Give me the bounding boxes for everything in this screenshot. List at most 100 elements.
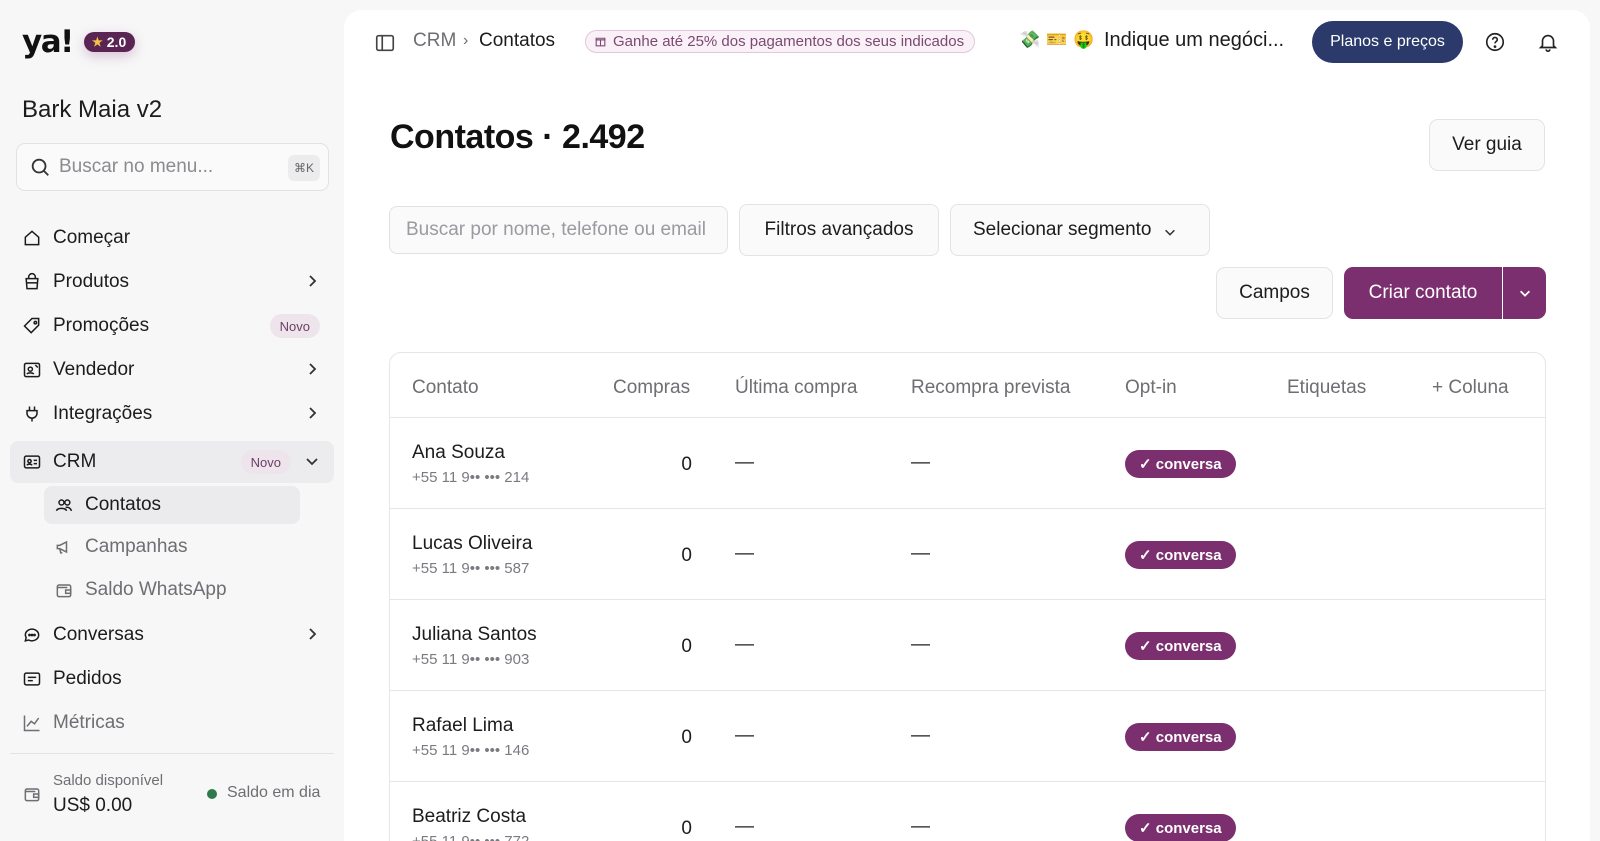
column-header-opt-in[interactable]: Opt-in: [1125, 377, 1177, 399]
chevron-right-icon: [309, 363, 317, 375]
chevron-right-icon: [309, 628, 317, 640]
logo[interactable]: ya!: [22, 24, 74, 60]
table-row[interactable]: Beatriz Costa +55 11 9•• ••• 772 0 — — ✓…: [390, 782, 1545, 841]
workspace-name[interactable]: Bark Maia v2: [22, 96, 162, 124]
sidebar-subitem-saldo-whatsapp[interactable]: Saldo WhatsApp: [44, 571, 300, 609]
sidebar-subitem-campanhas[interactable]: Campanhas: [44, 528, 300, 566]
contact-phone: +55 11 9•• ••• 772: [412, 833, 529, 841]
sidebar-subitem-label: Saldo WhatsApp: [85, 579, 227, 600]
contact-card-icon: [22, 452, 42, 472]
chevron-right-icon: [309, 407, 317, 419]
table-row[interactable]: Juliana Santos +55 11 9•• ••• 903 0 — — …: [390, 600, 1545, 691]
segment-select-label: Selecionar segmento: [973, 219, 1152, 240]
money-emojis: 💸🎫🤑: [1019, 30, 1101, 49]
table-row[interactable]: Ana Souza +55 11 9•• ••• 214 0 — — ✓ con…: [390, 418, 1545, 509]
sidebar-item-label: Conversas: [53, 624, 144, 645]
table-row[interactable]: Lucas Oliveira +55 11 9•• ••• 587 0 — — …: [390, 509, 1545, 600]
advanced-filters-button[interactable]: Filtros avançados: [739, 204, 939, 256]
predicted-repurchase: —: [911, 543, 930, 564]
sidebar-subitem-label: Contatos: [85, 494, 162, 515]
chevron-right-icon: [309, 275, 317, 287]
create-contact-button[interactable]: Criar contato: [1344, 267, 1502, 319]
optin-badge: ✓ conversa: [1125, 632, 1236, 660]
chat-icon: [22, 625, 42, 645]
balance-value: US$ 0.00: [53, 795, 133, 816]
optin-badge: ✓ conversa: [1125, 723, 1236, 751]
last-purchase: —: [735, 725, 754, 746]
purchases-count: 0: [681, 818, 692, 839]
menu-search[interactable]: ⌘K: [16, 143, 329, 191]
last-purchase: —: [735, 816, 754, 837]
column-header-etiquetas[interactable]: Etiquetas: [1287, 377, 1366, 399]
predicted-repurchase: —: [911, 452, 930, 473]
sidebar-item-produtos[interactable]: Produtos: [10, 261, 334, 303]
orders-icon: [22, 669, 42, 689]
sidebar-subitem-contatos[interactable]: Contatos: [44, 486, 300, 524]
contact-name[interactable]: Beatriz Costa: [412, 806, 526, 828]
segment-select[interactable]: Selecionar segmento: [950, 204, 1210, 256]
table-row[interactable]: Rafael Lima +55 11 9•• ••• 146 0 — — ✓ c…: [390, 691, 1545, 782]
sidebar-item-label: Vendedor: [53, 359, 135, 380]
contact-phone: +55 11 9•• ••• 146: [412, 742, 530, 759]
sidebar-item-conversas[interactable]: Conversas: [10, 614, 334, 656]
optin-badge: ✓ conversa: [1125, 814, 1236, 841]
contact-name[interactable]: Lucas Oliveira: [412, 533, 532, 555]
sidebar-item-label: CRM: [53, 451, 97, 472]
add-column-button[interactable]: + Coluna: [1432, 377, 1509, 399]
contact-search-input[interactable]: [389, 206, 728, 254]
contact-name[interactable]: Ana Souza: [412, 442, 505, 464]
help-icon[interactable]: [1484, 31, 1506, 53]
new-badge: Novo: [240, 450, 291, 474]
sidebar-item-label: Promoções: [53, 315, 150, 336]
sidebar: ya! ★ 2.0 Bark Maia v2 ⌘K Começar Produt…: [0, 0, 344, 841]
contact-name[interactable]: Rafael Lima: [412, 715, 513, 737]
sidebar-item-label: Começar: [53, 227, 131, 248]
sidebar-item-comecar[interactable]: Começar: [10, 217, 334, 259]
sidebar-item-pedidos[interactable]: Pedidos: [10, 658, 334, 700]
contact-name[interactable]: Juliana Santos: [412, 624, 537, 646]
sidebar-item-promocoes[interactable]: Promoções Novo: [10, 305, 334, 347]
view-guide-button[interactable]: Ver guia: [1429, 119, 1545, 171]
refer-business-link[interactable]: Indique um negóci...: [1104, 29, 1284, 52]
breadcrumb-current: Contatos: [479, 30, 556, 51]
column-header-compras[interactable]: Compras: [613, 377, 690, 399]
sidebar-item-label: Pedidos: [53, 668, 122, 689]
contact-phone: +55 11 9•• ••• 903: [412, 651, 530, 668]
sidebar-item-integracoes[interactable]: Integrações: [10, 393, 334, 435]
fields-button[interactable]: Campos: [1216, 267, 1333, 319]
referral-promo-text: Ganhe até 25% dos pagamentos dos seus in…: [613, 33, 965, 50]
last-purchase: —: [735, 543, 754, 564]
sidebar-item-label: Métricas: [53, 712, 125, 733]
contact-phone: +55 11 9•• ••• 214: [412, 469, 530, 486]
create-contact-menu-button[interactable]: [1503, 267, 1546, 319]
box-icon: [22, 272, 42, 292]
menu-search-input[interactable]: [59, 156, 279, 178]
column-header-ultima-compra[interactable]: Última compra: [735, 377, 857, 399]
wallet-icon: [24, 788, 40, 802]
sidebar-item-vendedor[interactable]: Vendedor: [10, 349, 334, 391]
sidebar-item-crm[interactable]: CRM Novo: [10, 441, 334, 483]
search-icon: [31, 158, 49, 176]
chevron-down-icon: [1519, 290, 1530, 297]
balance-label: Saldo disponível: [53, 772, 164, 789]
users-icon: [54, 495, 74, 515]
sidebar-toggle-icon[interactable]: [374, 32, 396, 54]
bell-icon[interactable]: [1537, 31, 1559, 53]
breadcrumb-separator: ›: [463, 32, 469, 49]
chevron-down-icon[interactable]: [304, 453, 320, 469]
column-header-contato[interactable]: Contato: [412, 377, 479, 399]
page-title: Contatos · 2.492: [390, 118, 645, 156]
breadcrumb-crm[interactable]: CRM: [413, 30, 456, 52]
gift-icon: [595, 37, 606, 47]
status-dot: [207, 789, 217, 799]
purchases-count: 0: [681, 454, 692, 475]
plans-pricing-button[interactable]: Planos e preços: [1312, 21, 1463, 63]
sidebar-divider: [10, 753, 334, 754]
purchases-count: 0: [681, 636, 692, 657]
wallet-icon: [54, 580, 74, 600]
sidebar-item-metricas[interactable]: Métricas: [10, 702, 334, 744]
column-header-recompra-prevista[interactable]: Recompra prevista: [911, 377, 1070, 399]
optin-badge: ✓ conversa: [1125, 450, 1236, 478]
referral-promo-chip[interactable]: Ganhe até 25% dos pagamentos dos seus in…: [585, 30, 976, 53]
purchases-count: 0: [681, 727, 692, 748]
